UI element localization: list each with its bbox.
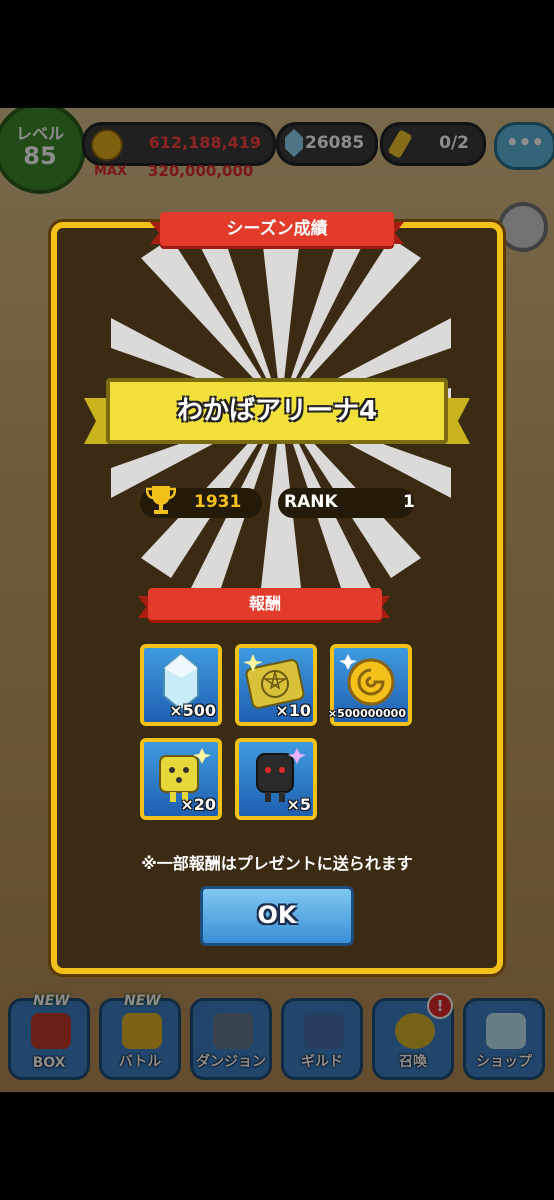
reward-item[interactable]: ×500 bbox=[140, 644, 222, 726]
reward-item[interactable]: ×500000000 bbox=[327, 644, 412, 726]
trophy-value: 1931 bbox=[194, 492, 242, 512]
rewards-title: 報酬 bbox=[148, 588, 382, 620]
reward-item[interactable]: ×10 bbox=[235, 644, 317, 726]
dialog-title: シーズン成績 bbox=[160, 212, 394, 246]
reward-quantity: ×500000000 bbox=[327, 707, 406, 720]
reward-item[interactable]: ×20 bbox=[140, 738, 222, 820]
reward-quantity: ×10 bbox=[275, 701, 311, 720]
reward-quantity: ×20 bbox=[180, 795, 216, 814]
rank-label: RANK bbox=[284, 492, 338, 512]
rewards-note: ※一部報酬はプレゼントに送られます bbox=[141, 854, 413, 873]
reward-quantity: ×5 bbox=[286, 795, 311, 814]
reward-quantity: ×500 bbox=[169, 701, 216, 720]
trophy-icon bbox=[146, 486, 176, 514]
ok-button[interactable]: OK bbox=[200, 886, 354, 946]
rank-value: 1 bbox=[403, 492, 415, 512]
reward-item[interactable]: ×5 bbox=[235, 738, 317, 820]
arena-name-banner: わかばアリーナ4 bbox=[106, 378, 448, 444]
